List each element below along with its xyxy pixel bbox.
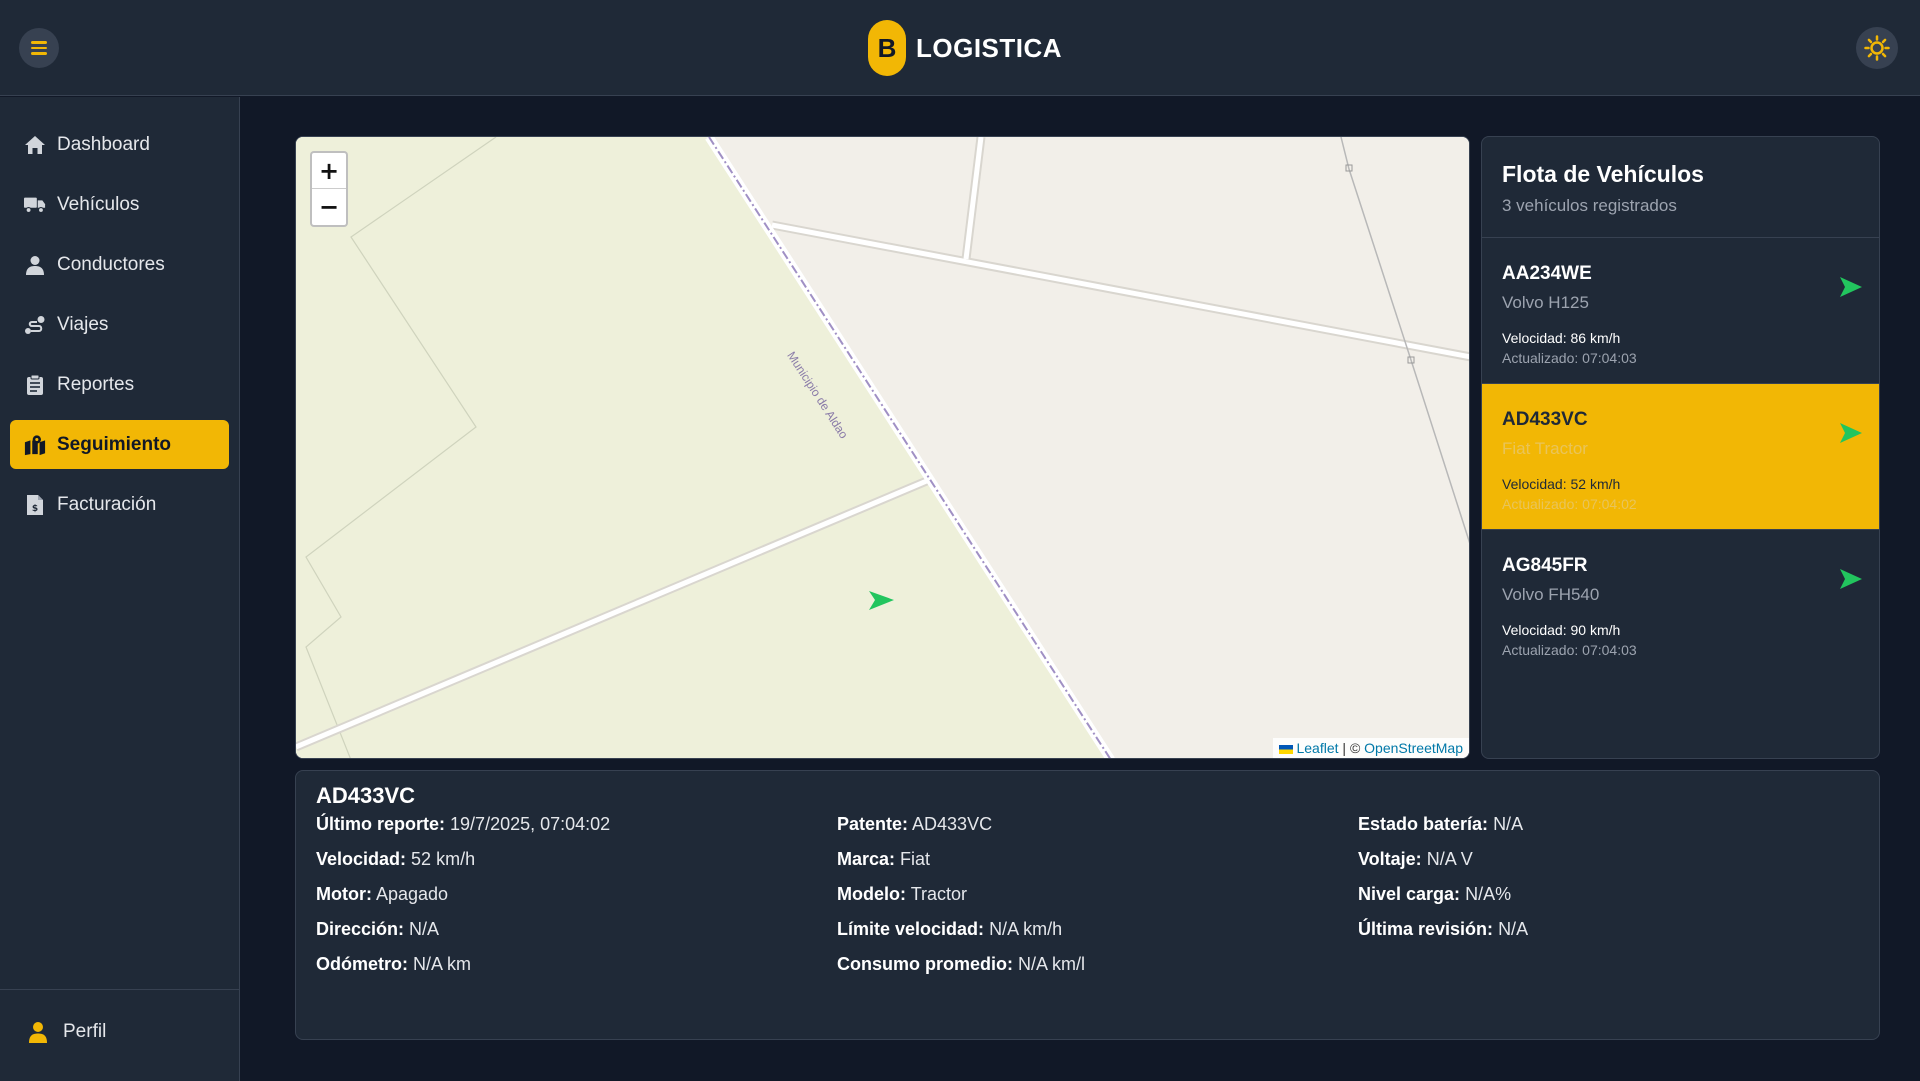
brand-name: LOGISTICA	[916, 32, 1063, 63]
vehicle-details-panel: AD433VC Último reporte: 19/7/2025, 07:04…	[295, 770, 1880, 1040]
zoom-in-button[interactable]: +	[312, 153, 346, 189]
fleet-subtitle: 3 vehículos registrados	[1502, 196, 1677, 215]
sidebar-item-label: Dashboard	[57, 133, 150, 155]
vehicle-plate: AG845FR	[1502, 555, 1588, 576]
navigation-arrow-icon	[1840, 277, 1862, 297]
detail-speed: Velocidad: 52 km/h	[316, 849, 476, 869]
sidebar-item-conductores[interactable]: Conductores	[10, 240, 229, 289]
sidebar-item-viajes[interactable]: Viajes	[10, 300, 229, 349]
sidebar-item-dashboard[interactable]: Dashboard	[10, 120, 229, 169]
brand-badge: B	[868, 20, 906, 76]
top-header: B LOGISTICA	[0, 0, 1920, 96]
details-column-status: Último reporte: 19/7/2025, 07:04:02 Velo…	[316, 814, 610, 989]
invoice-icon: $	[24, 494, 46, 516]
sidebar-item-label: Viajes	[57, 313, 109, 335]
sidebar-item-reportes[interactable]: Reportes	[10, 360, 229, 409]
sidebar-item-label: Reportes	[57, 373, 135, 395]
map-location-icon	[24, 434, 46, 456]
user-icon	[24, 254, 46, 276]
svg-text:$: $	[32, 504, 38, 514]
navigation-arrow-icon	[1840, 423, 1862, 443]
sidebar-item-label: Conductores	[57, 253, 165, 275]
sidebar-item-seguimiento[interactable]: Seguimiento	[10, 420, 229, 469]
zoom-out-button[interactable]: −	[312, 189, 346, 225]
detail-last-report: Último reporte: 19/7/2025, 07:04:02	[316, 814, 611, 834]
sidebar-item-facturacion[interactable]: $ Facturación	[10, 480, 229, 529]
fleet-header: Flota de Vehículos 3 vehículos registrad…	[1482, 137, 1879, 238]
map-attribution: Leaflet | © OpenStreetMap	[1273, 738, 1469, 758]
detail-charge-level: Nivel carga: N/A%	[1358, 884, 1512, 904]
vehicle-item[interactable]: AG845FR Volvo FH540 Velocidad: 90 km/h A…	[1482, 530, 1879, 676]
profile-label: Perfil	[63, 1021, 107, 1042]
vehicle-plate: AA234WE	[1502, 263, 1592, 284]
sidebar: Dashboard Vehículos Conductores Viajes R…	[0, 97, 240, 1081]
detail-last-revision: Última revisión: N/A	[1358, 919, 1529, 939]
ukraine-flag-icon	[1279, 744, 1294, 754]
sidebar-item-label: Facturación	[57, 493, 157, 515]
sidebar-item-label: Vehículos	[57, 193, 140, 215]
vehicle-updated: Actualizado: 07:04:02	[1502, 496, 1637, 512]
detail-battery-status: Estado batería: N/A	[1358, 814, 1524, 834]
route-icon	[24, 314, 46, 336]
attribution-separator: | ©	[1342, 740, 1361, 756]
hamburger-icon	[31, 41, 47, 55]
theme-toggle-button[interactable]	[1856, 27, 1898, 69]
fleet-title: Flota de Vehículos	[1502, 161, 1704, 187]
details-title: AD433VC	[316, 783, 416, 808]
detail-plate: Patente: AD433VC	[837, 814, 993, 834]
sidebar-item-vehiculos[interactable]: Vehículos	[10, 180, 229, 229]
vehicle-speed: Velocidad: 86 km/h	[1502, 330, 1621, 346]
brand-logo: B LOGISTICA	[868, 20, 1062, 76]
sun-icon	[1864, 35, 1890, 61]
fleet-panel: Flota de Vehículos 3 vehículos registrad…	[1481, 136, 1880, 759]
vehicle-item-selected[interactable]: AD433VC Fiat Tractor Velocidad: 52 km/h …	[1482, 384, 1879, 530]
zoom-control: + −	[310, 151, 348, 227]
vehicle-speed: Velocidad: 52 km/h	[1502, 476, 1621, 492]
profile-link[interactable]: Perfil	[28, 1021, 106, 1043]
navigation-arrow-icon	[1840, 569, 1862, 589]
details-column-vehicle: Patente: AD433VC Marca: Fiat Modelo: Tra…	[837, 814, 1085, 989]
details-column-battery: Estado batería: N/A Voltaje: N/A V Nivel…	[1358, 814, 1528, 954]
detail-speed-limit: Límite velocidad: N/A km/h	[837, 919, 1063, 939]
truck-icon	[24, 194, 46, 216]
vehicle-item[interactable]: AA234WE Volvo H125 Velocidad: 86 km/h Ac…	[1482, 238, 1879, 384]
vehicle-model: Volvo H125	[1502, 293, 1589, 312]
map-tiles	[296, 137, 1469, 758]
home-icon	[24, 134, 46, 156]
detail-avg-consumption: Consumo promedio: N/A km/l	[837, 954, 1086, 974]
sidebar-item-label: Seguimiento	[57, 433, 172, 455]
user-icon	[28, 1021, 48, 1043]
clipboard-icon	[24, 374, 46, 396]
openstreetmap-link[interactable]: OpenStreetMap	[1364, 740, 1463, 756]
detail-odometer: Odómetro: N/A km	[316, 954, 472, 974]
vehicle-model: Volvo FH540	[1502, 585, 1600, 604]
detail-direction: Dirección: N/A	[316, 919, 440, 939]
detail-voltage: Voltaje: N/A V	[1358, 849, 1473, 869]
tracking-map[interactable]: Municipio de Aldao + − Leaflet | © OpenS…	[295, 136, 1470, 759]
detail-brand: Marca: Fiat	[837, 849, 931, 869]
sidebar-divider	[0, 989, 240, 990]
vehicle-updated: Actualizado: 07:04:03	[1502, 350, 1637, 366]
vehicle-updated: Actualizado: 07:04:03	[1502, 642, 1637, 658]
vehicle-model: Fiat Tractor	[1502, 439, 1588, 458]
sidebar-nav: Dashboard Vehículos Conductores Viajes R…	[10, 120, 229, 540]
vehicle-speed: Velocidad: 90 km/h	[1502, 622, 1621, 638]
leaflet-link[interactable]: Leaflet	[1296, 740, 1338, 756]
detail-model: Modelo: Tractor	[837, 884, 968, 904]
menu-toggle-button[interactable]	[19, 28, 59, 68]
vehicle-plate: AD433VC	[1502, 409, 1588, 430]
detail-engine: Motor: Apagado	[316, 884, 449, 904]
